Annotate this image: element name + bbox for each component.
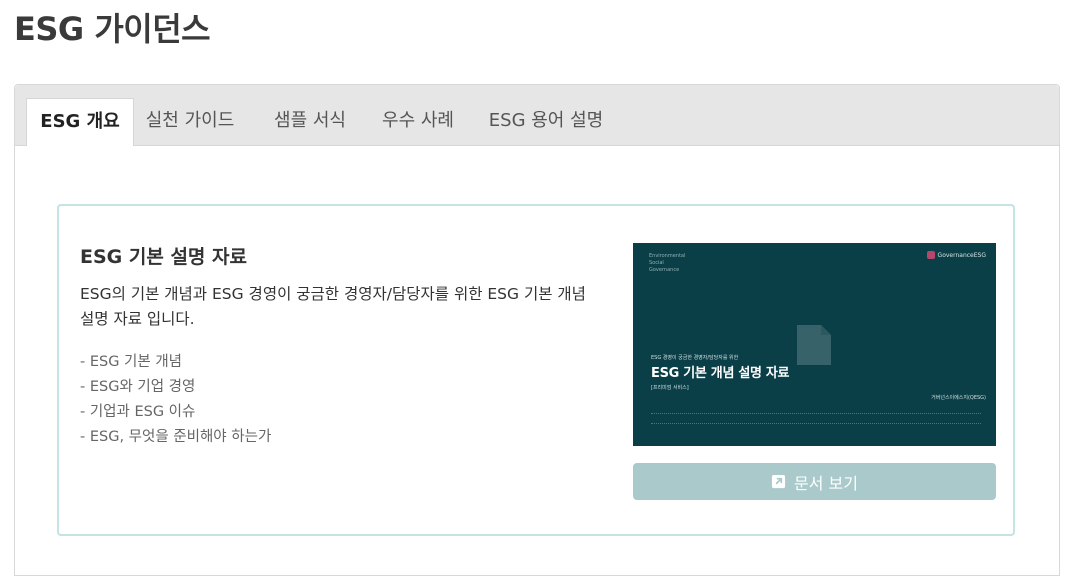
tab-sample-forms[interactable]: 샘플 서식 [267, 98, 353, 145]
thumbnail-subtitle: ESG 경영이 궁금한 경영자/담당자를 위한 [651, 355, 739, 361]
tagline-line: Environmental [649, 253, 686, 259]
tagline-line: Social [649, 260, 664, 266]
external-link-icon [771, 474, 786, 489]
brand-name: GovernanceESG [937, 251, 986, 259]
view-document-button[interactable]: 문서 보기 [633, 463, 996, 500]
brand-logo-icon [926, 251, 935, 259]
page-title: ESG 가이던스 [14, 10, 211, 48]
tab-bar: ESG 개요 실천 가이드 샘플 서식 우수 사례 ESG 용어 설명 [15, 85, 1059, 146]
list-item: - ESG 기본 개념 [80, 354, 183, 370]
guidance-panel: ESG 개요 실천 가이드 샘플 서식 우수 사례 ESG 용어 설명 ESG … [14, 84, 1060, 576]
list-item: - ESG, 무엇을 준비해야 하는가 [80, 429, 272, 445]
list-item: - 기업과 ESG 이슈 [80, 404, 196, 420]
tagline-line: Governance [649, 267, 680, 273]
list-item: - ESG와 기업 경영 [80, 379, 196, 395]
thumbnail-org: 거버넌스이에스지(QESG) [931, 395, 986, 401]
document-icon [797, 325, 831, 365]
view-document-label: 문서 보기 [794, 473, 858, 493]
tab-esg-glossary[interactable]: ESG 용어 설명 [483, 98, 609, 145]
thumbnail-tag: [프리미엄 서비스] [651, 385, 689, 391]
card-title: ESG 기본 설명 자료 [80, 246, 247, 268]
thumbnail-fine-print [651, 413, 981, 424]
document-thumbnail[interactable]: Environmental Social Governance Governan… [633, 243, 996, 446]
thumbnail-main-title: ESG 기본 개념 설명 자료 [651, 366, 790, 381]
card-description: ESG의 기본 개념과 ESG 경영이 궁금한 경영자/담당자를 위한 ESG … [80, 285, 586, 328]
document-card: ESG 기본 설명 자료 ESG의 기본 개념과 ESG 경영이 궁금한 경영자… [57, 204, 1015, 536]
tab-practice-guide[interactable]: 실천 가이드 [139, 98, 241, 145]
thumbnail-tagline: Environmental Social Governance [649, 253, 685, 274]
tab-esg-overview[interactable]: ESG 개요 [26, 98, 134, 146]
thumbnail-brand: GovernanceESG [926, 251, 986, 259]
topic-list: - ESG 기본 개념 - ESG와 기업 경영 - 기업과 ESG 이슈 - … [80, 350, 271, 450]
tab-best-practices[interactable]: 우수 사례 [375, 98, 461, 145]
